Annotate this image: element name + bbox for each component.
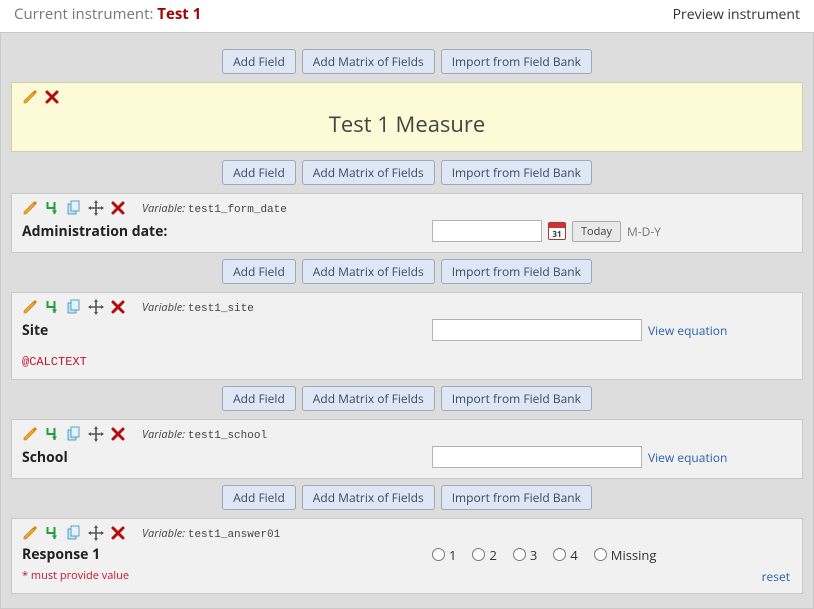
add-field-button[interactable]: Add Field [222,386,296,411]
field-card: Variable: test1_answer01 Response 1 1 2 … [11,518,803,594]
import-field-bank-button[interactable]: Import from Field Bank [441,259,592,284]
add-matrix-button[interactable]: Add Matrix of Fields [302,485,435,510]
add-matrix-button[interactable]: Add Matrix of Fields [302,386,435,411]
add-matrix-button[interactable]: Add Matrix of Fields [302,259,435,284]
move-icon[interactable] [88,525,104,541]
view-equation-link[interactable]: View equation [648,449,727,466]
branch-icon[interactable] [44,200,60,216]
add-matrix-button[interactable]: Add Matrix of Fields [302,160,435,185]
delete-icon[interactable] [110,426,126,442]
import-field-bank-button[interactable]: Import from Field Bank [441,49,592,74]
radio-option[interactable]: 2 [472,546,496,564]
copy-icon[interactable] [66,426,82,442]
add-field-button[interactable]: Add Field [222,485,296,510]
radio-option[interactable]: 1 [432,546,456,564]
delete-icon[interactable] [44,89,60,105]
reset-link[interactable]: reset [762,568,790,585]
import-field-bank-button[interactable]: Import from Field Bank [441,160,592,185]
field-card: Variable: test1_school School View equat… [11,419,803,479]
field-label: Response 1 [22,545,422,564]
move-icon[interactable] [88,299,104,315]
calc-output [432,446,642,468]
section-header: Test 1 Measure [11,82,803,152]
field-label: Site [22,321,422,340]
add-matrix-button[interactable]: Add Matrix of Fields [302,49,435,74]
required-note: * must provide value [22,568,792,583]
section-title: Test 1 Measure [22,109,792,139]
branch-icon[interactable] [44,299,60,315]
radio-option[interactable]: 3 [513,546,537,564]
add-field-button[interactable]: Add Field [222,49,296,74]
branch-icon[interactable] [44,426,60,442]
field-label: Administration date: [22,222,422,241]
radio-group: 1 2 3 4 Missing [432,546,656,564]
branch-icon[interactable] [44,525,60,541]
designer-panel: Add Field Add Matrix of Fields Import fr… [0,32,814,609]
view-equation-link[interactable]: View equation [648,322,727,339]
current-instrument-label: Current instrument: Test 1 [14,4,201,24]
instrument-name: Test 1 [157,4,201,24]
pencil-icon[interactable] [22,200,38,216]
variable-label: Variable: test1_site [142,300,254,315]
add-field-button[interactable]: Add Field [222,259,296,284]
import-field-bank-button[interactable]: Import from Field Bank [441,485,592,510]
date-format-hint: M-D-Y [627,223,661,240]
calctext-tag: @CALCTEXT [22,355,792,369]
copy-icon[interactable] [66,299,82,315]
copy-icon[interactable] [66,200,82,216]
pencil-icon[interactable] [22,426,38,442]
variable-label: Variable: test1_school [142,427,267,442]
preview-instrument-link[interactable]: Preview instrument [673,5,800,24]
calendar-icon[interactable] [548,222,566,240]
delete-icon[interactable] [110,200,126,216]
copy-icon[interactable] [66,525,82,541]
date-input[interactable] [432,220,542,242]
delete-icon[interactable] [110,299,126,315]
pencil-icon[interactable] [22,299,38,315]
field-card: Variable: test1_site Site View equation … [11,292,803,380]
field-label: School [22,448,422,467]
calc-output [432,319,642,341]
add-field-button[interactable]: Add Field [222,160,296,185]
pencil-icon[interactable] [22,89,38,105]
move-icon[interactable] [88,426,104,442]
field-card: Variable: test1_form_date Administration… [11,193,803,253]
move-icon[interactable] [88,200,104,216]
import-field-bank-button[interactable]: Import from Field Bank [441,386,592,411]
radio-option[interactable]: Missing [594,546,657,564]
today-button[interactable]: Today [572,221,621,242]
delete-icon[interactable] [110,525,126,541]
pencil-icon[interactable] [22,525,38,541]
radio-option[interactable]: 4 [553,546,577,564]
variable-label: Variable: test1_answer01 [142,526,280,541]
variable-label: Variable: test1_form_date [142,201,287,216]
